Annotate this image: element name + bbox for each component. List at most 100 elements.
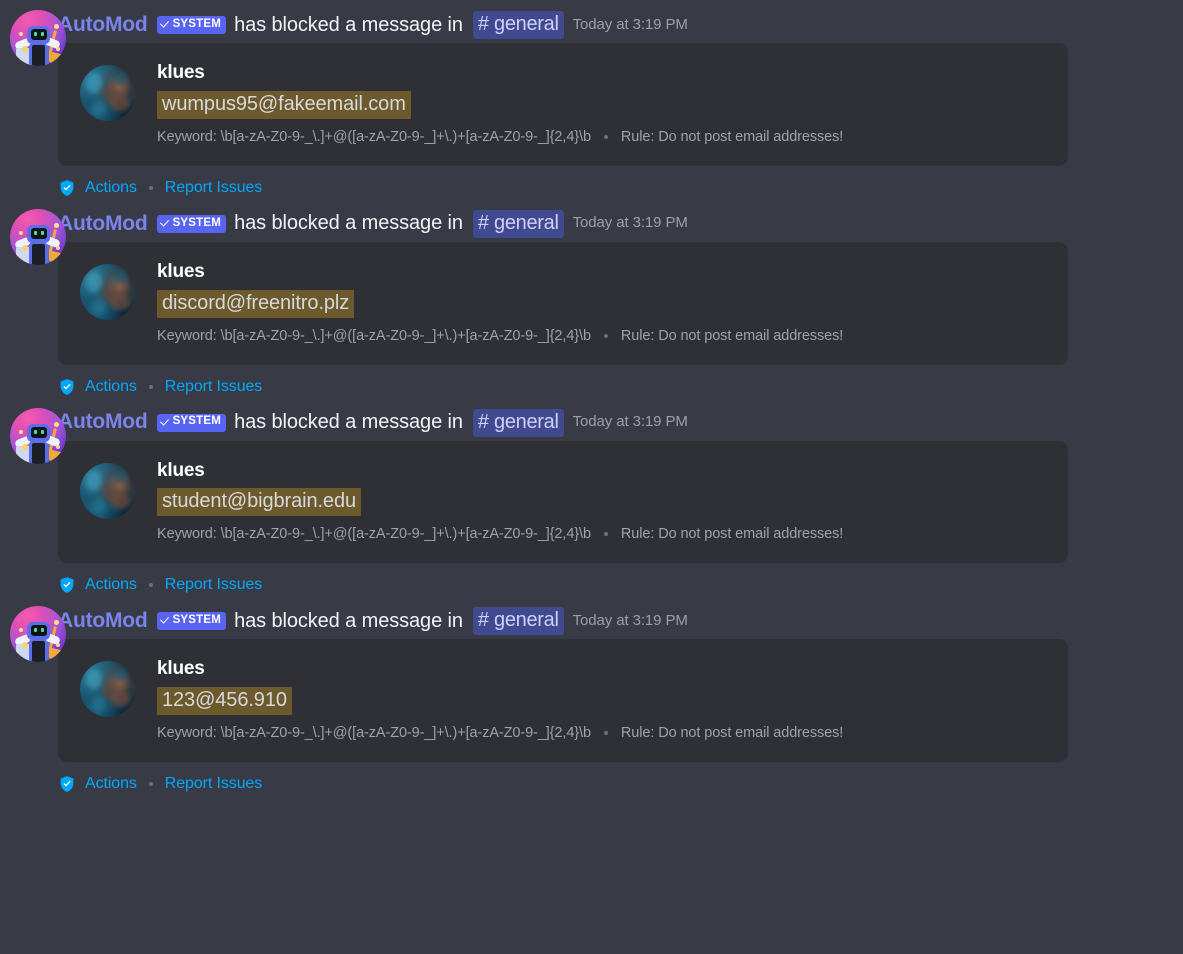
actions-button[interactable]: Actions [85, 378, 137, 396]
blocked-message-content: 123@456.910 [157, 687, 292, 716]
robot-apron [32, 243, 45, 265]
sparkle-icon [54, 222, 59, 228]
automod-avatar[interactable] [10, 208, 66, 265]
automod-avatar[interactable] [10, 606, 66, 663]
rule-text: Rule: Do not post email addresses! [620, 526, 844, 543]
sparkle-icon [54, 620, 59, 626]
avatar-art [86, 73, 102, 93]
actions-row: Actions Report Issues [58, 376, 1163, 398]
avatar-art [110, 691, 130, 708]
shield-check-icon [60, 577, 74, 594]
sparkle-icon [22, 46, 28, 52]
message-author-name[interactable]: klues [157, 658, 1046, 681]
blocked-message-content: wumpus95@fakeemail.com [157, 90, 411, 119]
message-timestamp: Today at 3:19 PM [572, 214, 688, 232]
channel-mention[interactable]: # general [472, 607, 564, 636]
channel-mention[interactable]: # general [472, 408, 564, 437]
automod-avatar-wrap [10, 606, 66, 663]
actions-button[interactable]: Actions [85, 775, 137, 793]
embed-meta-line: Keyword: \b[a-zA-Z0-9-_\.]+@([a-zA-Z0-9-… [157, 328, 1046, 344]
entry-body: AutoMod SYSTEM has blocked a message in … [58, 607, 1183, 795]
sparkle-icon [19, 32, 23, 36]
keyword-text: Keyword: \b[a-zA-Z0-9-_\.]+@([a-zA-Z0-9-… [157, 725, 591, 742]
avatar-art [86, 271, 102, 292]
blocked-message-embed: klues student@bigbrain.edu Keyword: \b[a… [58, 440, 1068, 564]
avatar-art [114, 71, 128, 85]
automod-header: AutoMod SYSTEM has blocked a message in … [58, 11, 1163, 39]
entry-body: AutoMod SYSTEM has blocked a message in … [58, 408, 1183, 597]
check-icon [161, 20, 170, 29]
entry-body: AutoMod SYSTEM has blocked a message in … [58, 209, 1183, 398]
avatar-art [92, 695, 106, 712]
shield-check-icon [60, 179, 74, 196]
system-badge-label: SYSTEM [172, 17, 222, 30]
avatar-art [86, 669, 102, 690]
avatar-art [114, 667, 128, 682]
blocked-message-embed: klues 123@456.910 Keyword: \b[a-zA-Z0-9-… [58, 639, 1068, 763]
message-author-name[interactable]: klues [157, 261, 1046, 284]
user-avatar[interactable] [80, 65, 136, 121]
robot-apron [32, 442, 45, 464]
actions-button[interactable]: Actions [85, 576, 137, 594]
robot-apron [32, 641, 45, 663]
sparkle-icon [22, 443, 28, 450]
action-separator-dot [148, 185, 153, 190]
report-issues-button[interactable]: Report Issues [165, 179, 263, 197]
message-timestamp: Today at 3:19 PM [572, 413, 688, 431]
channel-mention[interactable]: # general [472, 209, 564, 238]
shield-check-icon [60, 776, 74, 793]
blocked-message-text: has blocked a message in [234, 411, 463, 434]
avatar-art [110, 95, 130, 111]
automod-entry: AutoMod SYSTEM has blocked a message in … [0, 596, 1183, 795]
automod-bot-name[interactable]: AutoMod [58, 211, 148, 237]
robot-eye-left [34, 230, 37, 235]
automod-bot-name[interactable]: AutoMod [58, 608, 148, 634]
channel-mention[interactable]: # general [472, 11, 564, 39]
sparkle-icon [54, 421, 59, 427]
avatar-art [110, 293, 130, 310]
user-avatar[interactable] [80, 462, 136, 519]
automod-bot-name[interactable]: AutoMod [58, 409, 148, 435]
user-avatar[interactable] [80, 661, 136, 718]
report-issues-button[interactable]: Report Issues [165, 576, 263, 594]
embed-content: klues discord@freenitro.plz Keyword: \b[… [157, 261, 1046, 344]
report-issues-button[interactable]: Report Issues [165, 378, 263, 396]
automod-avatar-wrap [10, 10, 66, 66]
action-separator-dot [148, 782, 153, 787]
embed-meta-line: Keyword: \b[a-zA-Z0-9-_\.]+@([a-zA-Z0-9-… [157, 129, 1046, 145]
avatar-art [92, 99, 106, 115]
robot-eye-right [41, 628, 44, 633]
meta-separator-dot [603, 333, 608, 338]
message-author-name[interactable]: klues [157, 62, 1046, 85]
report-issues-button[interactable]: Report Issues [165, 775, 263, 793]
sparkle-icon [19, 628, 23, 633]
system-badge: SYSTEM [156, 214, 227, 233]
rule-text: Rule: Do not post email addresses! [620, 327, 844, 344]
robot-apron [32, 45, 45, 66]
entry-inner: AutoMod SYSTEM has blocked a message in … [0, 596, 1183, 795]
system-badge: SYSTEM [156, 16, 227, 34]
automod-header: AutoMod SYSTEM has blocked a message in … [58, 209, 1163, 238]
meta-separator-dot [603, 532, 608, 537]
blocked-message-text: has blocked a message in [234, 212, 463, 235]
avatar-art [92, 297, 106, 314]
message-author-name[interactable]: klues [157, 460, 1046, 483]
automod-avatar[interactable] [10, 10, 66, 66]
entry-inner: AutoMod SYSTEM has blocked a message in … [0, 199, 1183, 398]
actions-button[interactable]: Actions [85, 179, 137, 197]
system-badge: SYSTEM [156, 413, 227, 432]
sparkle-icon [56, 444, 60, 449]
robot-eye-right [41, 32, 44, 36]
sparkle-icon [19, 230, 23, 235]
embed-content: klues wumpus95@fakeemail.com Keyword: \b… [157, 62, 1046, 145]
user-avatar[interactable] [80, 263, 136, 320]
entry-inner: AutoMod SYSTEM has blocked a message in … [0, 0, 1183, 199]
automod-bot-name[interactable]: AutoMod [58, 12, 148, 38]
embed-meta-line: Keyword: \b[a-zA-Z0-9-_\.]+@([a-zA-Z0-9-… [157, 725, 1046, 741]
check-icon [161, 418, 170, 427]
embed-content: klues 123@456.910 Keyword: \b[a-zA-Z0-9-… [157, 658, 1046, 741]
actions-row: Actions Report Issues [58, 177, 1163, 199]
system-badge-label: SYSTEM [172, 415, 222, 428]
automod-avatar[interactable] [10, 407, 66, 464]
avatar-art [114, 468, 128, 483]
